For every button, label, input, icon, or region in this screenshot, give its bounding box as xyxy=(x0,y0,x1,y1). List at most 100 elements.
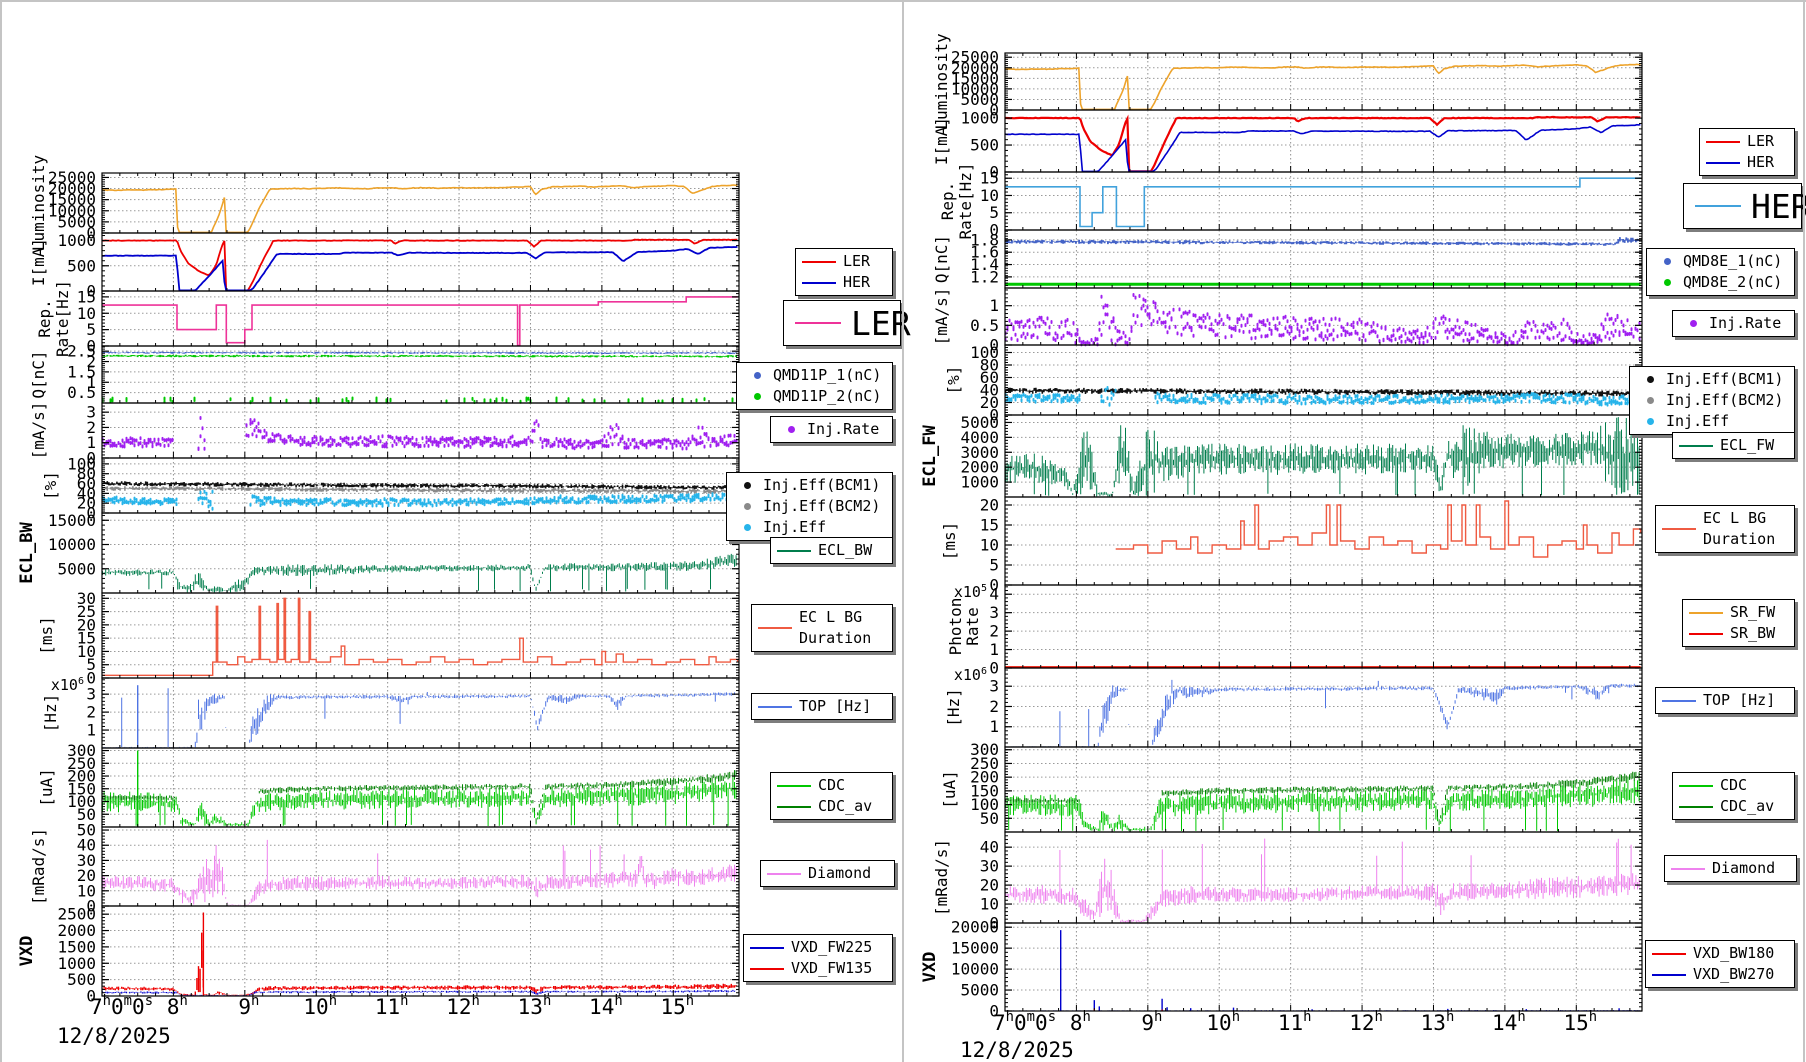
legend-label: QMD11P_2(nC) xyxy=(773,387,882,405)
svg-text:2: 2 xyxy=(86,703,96,722)
svg-text:10: 10 xyxy=(980,186,999,205)
legend-label: Inj.Eff xyxy=(1666,412,1730,430)
legend-line-marker xyxy=(1679,805,1713,808)
svg-text:Q[nC]: Q[nC] xyxy=(932,235,951,283)
svg-text:20: 20 xyxy=(980,876,999,895)
svg-text:[uA]: [uA] xyxy=(940,770,959,809)
svg-text:20: 20 xyxy=(980,496,999,515)
svg-text:12h: 12h xyxy=(446,993,480,1019)
subplot-top: 123[Hz]x106 xyxy=(41,676,740,749)
legend-ecl-fw: ECL_FW xyxy=(1672,432,1795,459)
svg-text:5: 5 xyxy=(989,203,999,222)
legend-diamond: Diamond xyxy=(1664,855,1797,882)
svg-text:x106: x106 xyxy=(954,666,987,684)
svg-text:500: 500 xyxy=(67,970,96,989)
svg-text:3: 3 xyxy=(86,403,96,422)
legend-label: Inj.Eff(BCM1) xyxy=(1666,370,1784,388)
legend-label: EC L BG Duration xyxy=(1703,509,1776,548)
legend-vxd: VXD_BW180 VXD_BW270 xyxy=(1645,940,1795,988)
subplot-top: 123[Hz]x106 xyxy=(944,666,1643,748)
legend-line-marker xyxy=(777,784,811,787)
legend-line-marker xyxy=(1706,161,1740,164)
svg-text:2500: 2500 xyxy=(57,905,96,924)
legend-dot-marker xyxy=(1647,418,1654,425)
legend-ecl-bg: EC L BG Duration xyxy=(1655,505,1795,553)
svg-text:25000: 25000 xyxy=(951,48,999,67)
legend-her-big: HER xyxy=(1683,183,1806,229)
svg-text:14h: 14h xyxy=(1492,1009,1526,1035)
svg-text:[Hz]: [Hz] xyxy=(41,694,60,733)
subplot-ecl-bg: 05101520[ms] xyxy=(940,496,1643,595)
legend-label: TOP [Hz] xyxy=(1703,691,1776,709)
legend-label: QMD8E_2(nC) xyxy=(1683,273,1783,291)
legend-line-marker xyxy=(1652,952,1686,955)
legend-label: SR_FW xyxy=(1730,603,1776,621)
legend-cdc: CDC CDC_av xyxy=(1672,772,1795,820)
legend-qmd: QMD8E_1(nC) QMD8E_2(nC) xyxy=(1646,248,1795,296)
svg-text:13h: 13h xyxy=(1421,1009,1455,1035)
svg-text:30: 30 xyxy=(77,589,96,608)
legend-inj-rate: Inj.Rate xyxy=(770,416,893,443)
legend-dot-marker xyxy=(754,393,761,400)
svg-text:VXD: VXD xyxy=(17,936,37,967)
subplot-current: 05001000I[mA] xyxy=(29,231,740,301)
subplot-cdc: 50100150200250300[uA] xyxy=(37,741,740,828)
svg-text:1000: 1000 xyxy=(57,231,96,250)
svg-text:x106: x106 xyxy=(51,676,84,694)
svg-text:[%]: [%] xyxy=(944,366,963,395)
svg-text:[Hz]: [Hz] xyxy=(944,688,963,727)
legend-label: LER xyxy=(1747,132,1775,150)
legend-dot-marker xyxy=(788,426,795,433)
legend-diamond: Diamond xyxy=(760,860,895,887)
legend-line-marker xyxy=(767,872,801,875)
svg-text:1: 1 xyxy=(989,296,999,315)
legend-ler-her: LER HER xyxy=(1699,128,1795,176)
svg-text:9h: 9h xyxy=(1141,1009,1162,1035)
legend-dot-marker xyxy=(1647,376,1654,383)
legend-sr: SR_FW SR_BW xyxy=(1682,599,1795,647)
legend-line-marker xyxy=(1695,205,1741,207)
svg-text:2000: 2000 xyxy=(57,921,96,940)
legend-label: CDC xyxy=(1720,776,1748,794)
svg-text:Luminosity: Luminosity xyxy=(932,33,951,130)
svg-text:3: 3 xyxy=(86,685,96,704)
svg-text:5: 5 xyxy=(86,320,96,339)
svg-text:1500: 1500 xyxy=(57,937,96,956)
legend-dot-marker xyxy=(744,482,751,489)
svg-text:[mRad/s]: [mRad/s] xyxy=(29,828,48,905)
legend-top: TOP [Hz] xyxy=(751,693,893,720)
svg-text:Rate[Hz]: Rate[Hz] xyxy=(956,162,975,239)
svg-text:15000: 15000 xyxy=(951,939,999,958)
svg-text:1: 1 xyxy=(989,640,999,659)
legend-ler-big: LER xyxy=(783,300,911,346)
svg-text:I[mA]: I[mA] xyxy=(932,117,951,165)
svg-text:2: 2 xyxy=(989,622,999,641)
legend-top: TOP [Hz] xyxy=(1655,687,1795,714)
legend-label: TOP [Hz] xyxy=(799,697,872,715)
legend-line-marker xyxy=(750,946,784,949)
legend-line-marker xyxy=(795,322,841,324)
monitor-page-right: 12/8/2025 0 5000 10000 15000 20000 25000 Lumin… xyxy=(905,0,1806,1062)
svg-text:15000: 15000 xyxy=(48,511,96,530)
svg-text:500: 500 xyxy=(970,136,999,155)
legend-line-marker xyxy=(1671,867,1705,870)
svg-text:8h: 8h xyxy=(1070,1009,1091,1035)
svg-text:5000: 5000 xyxy=(57,559,96,578)
legend-label: EC L BG Duration xyxy=(799,608,872,647)
svg-text:15: 15 xyxy=(980,516,999,535)
legend-label: VXD_BW270 xyxy=(1693,965,1775,983)
svg-text:30: 30 xyxy=(980,857,999,876)
svg-text:25000: 25000 xyxy=(48,168,96,187)
svg-text:15: 15 xyxy=(980,169,999,188)
window-left-border xyxy=(0,0,2,1062)
svg-text:9h: 9h xyxy=(238,993,259,1019)
svg-text:13h: 13h xyxy=(518,993,552,1019)
svg-text:2.5: 2.5 xyxy=(67,342,96,361)
subplot-luminosity: 0500010000150002000025000Luminosity xyxy=(932,33,1643,130)
svg-text:Rep.: Rep. xyxy=(35,299,54,338)
legend-label: Diamond xyxy=(808,864,872,882)
legend-label: Inj.Eff xyxy=(763,518,827,536)
subplot-diamond: 01020304050[mRad/s] xyxy=(29,821,740,916)
legend-line-marker xyxy=(1706,140,1740,143)
subplot-charge: 0.511.522.5Q[nC] xyxy=(29,342,740,405)
